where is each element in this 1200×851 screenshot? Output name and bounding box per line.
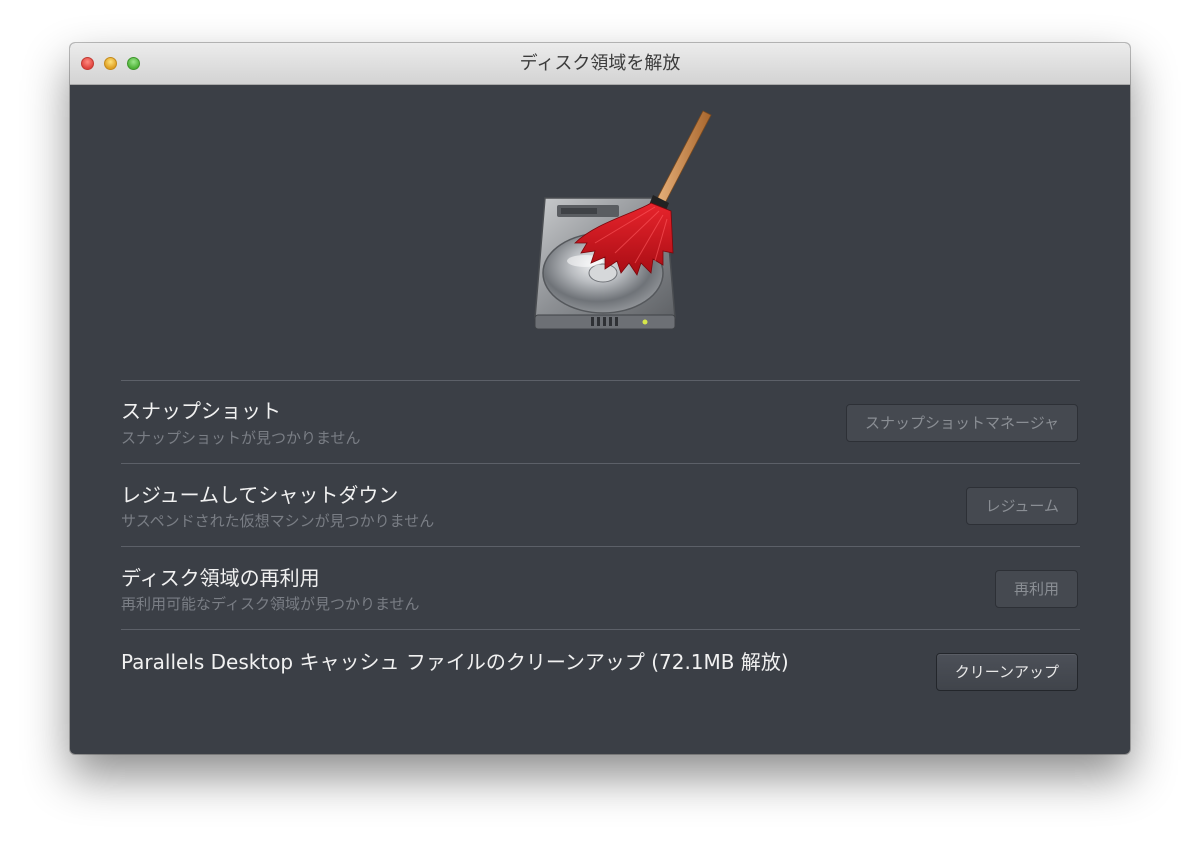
title-bar[interactable]: ディスク領域を解放 bbox=[70, 43, 1130, 85]
section-divider bbox=[121, 629, 1080, 630]
resume-shutdown-title: レジュームしてシャットダウン bbox=[121, 483, 399, 507]
section-divider bbox=[121, 463, 1080, 464]
section-divider bbox=[121, 546, 1080, 547]
snapshots-status: スナップショットが見つかりません bbox=[121, 429, 361, 447]
window-title: ディスク領域を解放 bbox=[519, 53, 681, 74]
resume-shutdown-status: サスペンドされた仮想マシンが見つかりません bbox=[121, 512, 435, 530]
free-disk-space-window: ディスク領域を解放 スナップショット スナップショットが見つかりません スナップ… bbox=[70, 43, 1130, 754]
cache-cleanup-title: Parallels Desktop キャッシュ ファイルのクリーンアップ (72… bbox=[121, 650, 789, 674]
hard-drive-broom-icon bbox=[534, 110, 712, 330]
snapshots-title: スナップショット bbox=[121, 399, 281, 423]
reclaim-disk-status: 再利用可能なディスク領域が見つかりません bbox=[121, 595, 420, 613]
reclaim-button[interactable]: 再利用 bbox=[994, 570, 1078, 608]
resume-button[interactable]: レジューム bbox=[966, 487, 1078, 525]
clean-up-button[interactable]: クリーンアップ bbox=[935, 653, 1078, 691]
section-divider bbox=[121, 380, 1080, 381]
snapshot-manager-button[interactable]: スナップショットマネージャ bbox=[846, 404, 1078, 442]
reclaim-disk-title: ディスク領域の再利用 bbox=[121, 566, 320, 590]
